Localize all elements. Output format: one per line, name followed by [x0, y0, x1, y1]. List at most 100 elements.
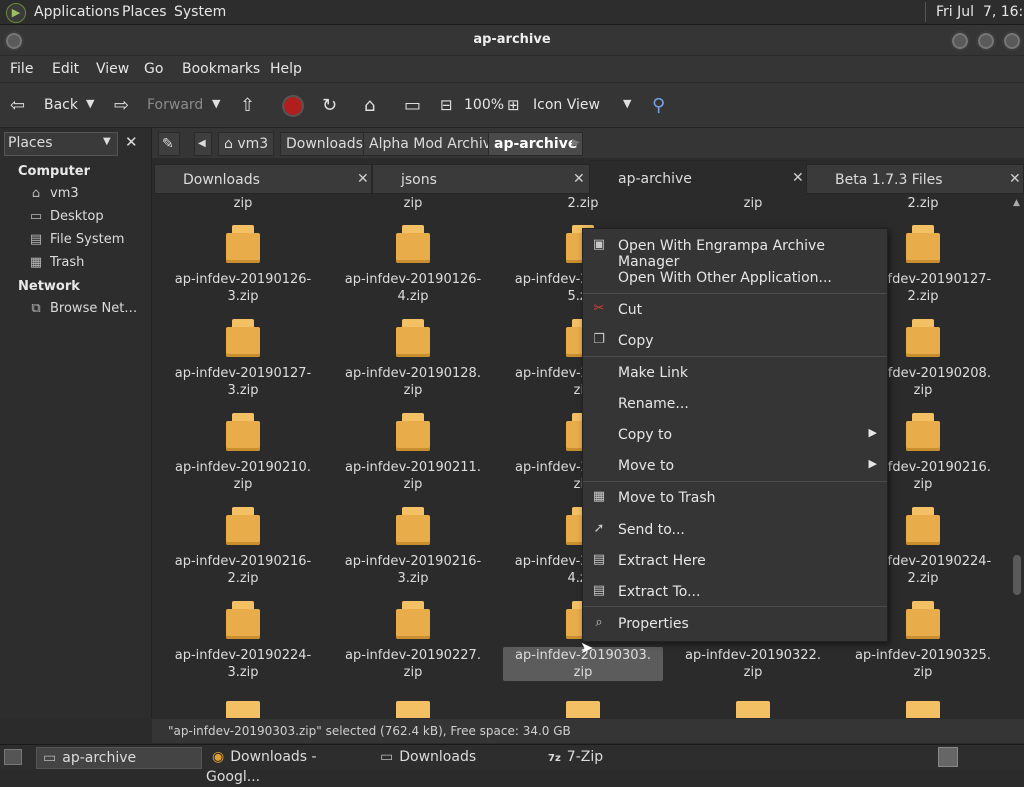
forward-history-chevron-icon[interactable]: ▼ — [212, 97, 220, 110]
distro-logo-icon[interactable]: ▶ — [6, 3, 26, 23]
context-menu-item[interactable]: Rename... — [583, 389, 887, 419]
maximize-button[interactable] — [976, 31, 996, 51]
breadcrumb-ap-archive[interactable]: ap-archive — [488, 132, 584, 156]
path-right-chevron-icon[interactable]: ▶ — [572, 137, 580, 148]
file-item[interactable]: ap-infdev-20190224- 3.zip — [163, 601, 323, 681]
panel-clock[interactable]: Fri Jul 7, 16:12 — [936, 4, 1024, 20]
tab-ap-archive[interactable]: ap-archive ✕ — [589, 160, 807, 195]
scrollbar-thumb[interactable] — [1013, 555, 1021, 595]
file-label: ap-infdev-20190128. zip — [345, 366, 481, 398]
up-arrow-icon[interactable]: ⇧ — [240, 95, 255, 116]
breadcrumb-downloads[interactable]: Downloads — [280, 132, 369, 156]
file-item[interactable]: ap-infdev-20190211. zip — [333, 413, 493, 493]
file-item[interactable]: ap-infdev-20190127- 3.zip — [163, 319, 323, 399]
panel-menu-applications[interactable]: Applications — [34, 4, 120, 20]
path-left-chevron-icon[interactable]: ◀ — [194, 132, 212, 156]
file-item[interactable]: ap-infdev-20190126- 3.zip — [163, 225, 323, 305]
tab-beta-files[interactable]: Beta 1.7.3 Files ✕ — [806, 164, 1024, 194]
breadcrumb-alpha-mod-archive[interactable]: Alpha Mod Archive — [363, 132, 506, 156]
tab-jsons[interactable]: jsons ✕ — [372, 164, 590, 194]
zip-archive-icon — [226, 701, 260, 718]
file-label: ap-infdev-20190211. zip — [345, 460, 481, 492]
stop-icon[interactable] — [282, 95, 304, 117]
edit-location-icon[interactable]: ✎ — [158, 132, 180, 156]
sidebar-item-file-system[interactable]: ▤ File System — [28, 232, 125, 252]
close-icon[interactable]: ✕ — [357, 171, 369, 187]
menu-view[interactable]: View — [96, 61, 129, 77]
task-ap-archive[interactable]: ▭ ap-archive — [36, 747, 202, 769]
back-history-chevron-icon[interactable]: ▼ — [86, 97, 94, 110]
context-menu-item[interactable]: Open With Other Application... — [583, 263, 887, 293]
zip-archive-icon — [906, 701, 940, 718]
close-icon[interactable]: ✕ — [1009, 171, 1021, 187]
reload-icon[interactable]: ↻ — [322, 95, 337, 116]
close-window-button[interactable] — [1002, 31, 1022, 51]
scissors-icon: ✂ — [593, 301, 605, 316]
window-titlebar[interactable]: ap-archive — [0, 25, 1024, 55]
show-desktop-icon[interactable] — [4, 749, 22, 765]
back-arrow-icon[interactable]: ⇦ — [10, 95, 25, 116]
file-item[interactable]: ap-infdev-20190216- 3.zip — [333, 507, 493, 587]
context-menu-item[interactable]: ▣ Open With Engrampa Archive Manager — [583, 231, 887, 270]
zoom-in-icon[interactable]: ⊞ — [507, 96, 520, 114]
context-menu-item[interactable]: ▤ Extract Here — [583, 546, 887, 576]
forward-arrow-icon[interactable]: ⇨ — [114, 95, 129, 116]
close-icon[interactable]: ✕ — [792, 170, 804, 186]
context-menu-item[interactable]: ❐ Copy — [583, 326, 887, 356]
menu-file[interactable]: File — [10, 61, 33, 77]
panel-menu-places[interactable]: Places — [122, 4, 167, 20]
close-icon[interactable]: ✕ — [573, 171, 585, 187]
menu-edit[interactable]: Edit — [52, 61, 79, 77]
forward-button[interactable]: Forward — [147, 97, 203, 113]
context-menu-item[interactable]: Make Link — [583, 358, 887, 388]
breadcrumb-vm3[interactable]: ⌂ vm3 — [218, 132, 275, 156]
task-7zip[interactable]: 7z 7-Zip — [542, 747, 706, 767]
context-menu-item[interactable]: Move to ▶ — [583, 451, 887, 481]
context-menu-item[interactable]: ▤ Extract To... — [583, 577, 887, 607]
workspace-switcher[interactable] — [938, 747, 958, 767]
file-item[interactable]: ap-infdev-20190227. zip — [333, 601, 493, 681]
task-downloads[interactable]: ▭ Downloads — [374, 747, 538, 767]
view-mode-chevron-icon[interactable]: ▼ — [623, 97, 631, 110]
toolbar: ⇦ Back ▼ ⇨ Forward ▼ ⇧ ↻ ⌂ ▭ ⊟ 100% ⊞ Ic… — [0, 83, 1024, 128]
file-item[interactable]: ap-infdev-20190216- 2.zip — [163, 507, 323, 587]
file-item[interactable]: ap-infdev-20190128. zip — [333, 319, 493, 399]
task-chrome-downloads[interactable]: ◉ Downloads - Googl... — [206, 747, 370, 785]
panel-menu-system[interactable]: System — [174, 4, 226, 20]
file-label: ap-infdev-20190224- 3.zip — [174, 648, 312, 680]
minimize-button[interactable] — [950, 31, 970, 51]
sidebar-pane-select[interactable]: Places ▼ — [4, 132, 118, 156]
home-icon[interactable]: ⌂ — [364, 95, 375, 116]
tab-bar: Downloads ✕ jsons ✕ ap-archive ✕ Beta 1.… — [152, 160, 1024, 195]
context-menu-item[interactable]: ▦ Move to Trash — [583, 483, 887, 513]
scroll-up-icon[interactable]: ▲ — [1013, 198, 1020, 208]
zip-archive-icon — [906, 507, 940, 547]
sidebar-item-trash[interactable]: ▦ Trash — [28, 255, 85, 275]
view-mode-select[interactable]: Icon View — [533, 97, 600, 113]
vertical-scrollbar[interactable]: ▲ — [1010, 195, 1024, 718]
file-item[interactable]: ap-infdev-20190210. zip — [163, 413, 323, 493]
sidebar-item-browse-network[interactable]: ⧉ Browse Net… — [28, 301, 137, 321]
zoom-out-icon[interactable]: ⊟ — [440, 96, 453, 114]
sidebar-item-desktop[interactable]: ▭ Desktop — [28, 209, 104, 229]
menubar: File Edit View Go Bookmarks Help — [0, 56, 1024, 82]
search-icon[interactable]: ⚲ — [652, 95, 665, 116]
context-menu: ▣ Open With Engrampa Archive Manager Open … — [582, 228, 888, 642]
menu-help[interactable]: Help — [270, 61, 302, 77]
computer-icon[interactable]: ▭ — [404, 95, 421, 116]
context-menu-item[interactable]: ➚ Send to... — [583, 515, 887, 545]
zip-archive-icon — [906, 319, 940, 359]
context-menu-item[interactable]: Copy to ▶ — [583, 420, 887, 450]
sidebar-item-vm3[interactable]: ⌂ vm3 — [28, 186, 79, 206]
properties-icon: ⌕ — [595, 615, 603, 630]
menu-go[interactable]: Go — [144, 61, 163, 77]
file-item[interactable]: ap-infdev-20190126- 4.zip — [333, 225, 493, 305]
menu-bookmarks[interactable]: Bookmarks — [182, 61, 260, 77]
context-menu-item[interactable]: ✂ Cut — [583, 295, 887, 325]
task-label: 7-Zip — [566, 749, 604, 765]
zip-archive-icon — [566, 701, 600, 718]
close-sidebar-icon[interactable]: ✕ — [125, 133, 138, 151]
tab-downloads[interactable]: Downloads ✕ — [154, 164, 372, 194]
context-menu-item[interactable]: ⌕ Properties — [583, 609, 887, 639]
back-button[interactable]: Back — [44, 97, 78, 113]
